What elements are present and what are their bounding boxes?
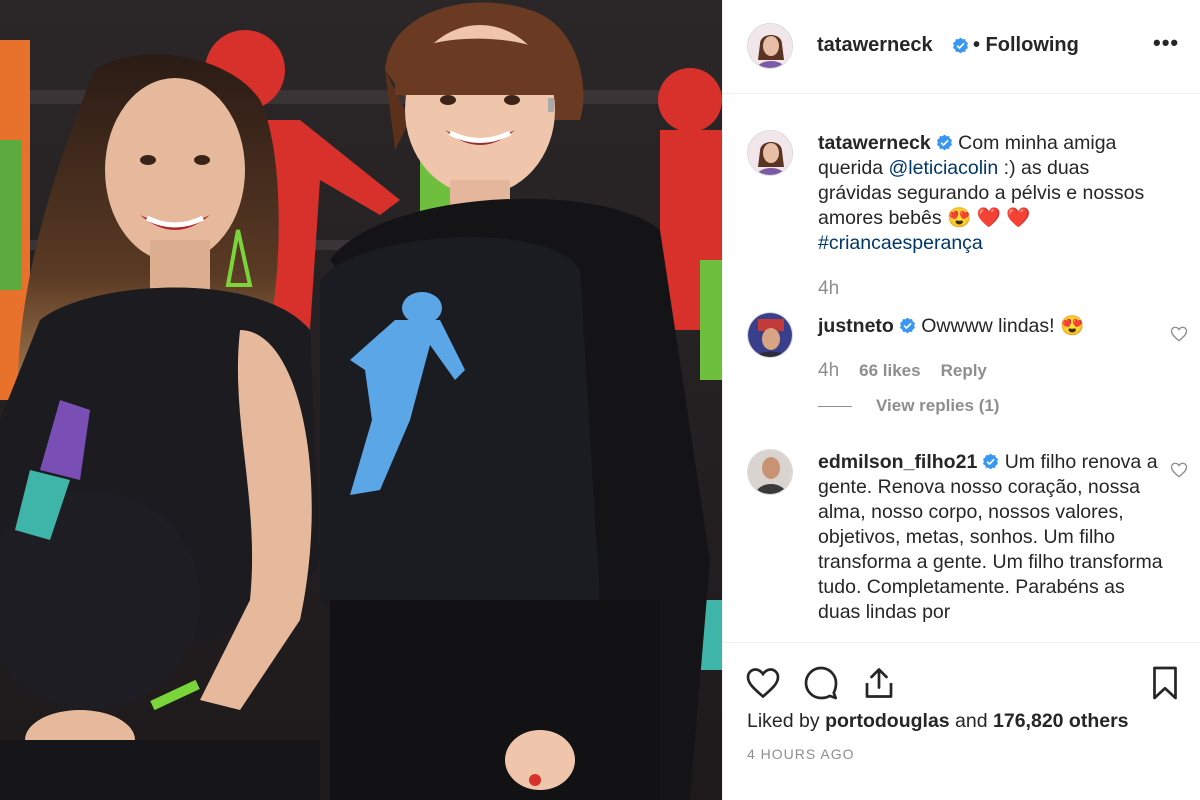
share-icon[interactable] [861,665,897,701]
follow-status[interactable]: • Following [973,34,1079,57]
replies-divider [818,406,852,408]
verified-badge-icon [983,453,999,470]
likes-summary: Liked by portodouglas and 176,820 others [747,710,1129,733]
caption-username[interactable]: tatawerneck [818,132,931,154]
view-replies-label: View replies (1) [876,396,1000,415]
verified-badge-icon [899,317,915,334]
comment-username[interactable]: justneto [818,315,894,337]
caption-avatar[interactable] [747,130,793,176]
view-replies-button[interactable]: View replies (1) [818,396,999,416]
small-heart-icon[interactable] [1170,325,1188,343]
author-username[interactable]: tatawerneck [817,34,933,57]
comment-username[interactable]: edmilson_filho21 [818,451,977,473]
caption-text: tatawerneck Com minha amiga querida @let… [818,131,1168,256]
post-image [0,0,722,800]
comment-icon[interactable] [803,665,839,701]
comment-text: edmilson_filho21 Um filho renova a gente… [818,450,1168,625]
liked-by-user[interactable]: portodouglas [825,710,950,732]
comment-avatar[interactable] [747,312,793,358]
comment-time[interactable]: 4h [818,360,839,381]
liked-by-prefix: Liked by [747,710,826,732]
hashtag-link[interactable]: #criancaesperança [818,232,983,254]
caption-time[interactable]: 4h [818,278,839,299]
comments-list[interactable]: tatawerneck Com minha amiga querida @let… [723,94,1200,642]
liked-by-count[interactable]: 176,820 others [993,710,1129,732]
post-timestamp[interactable]: 4 HOURS AGO [747,746,854,762]
heart-icon[interactable] [745,665,781,701]
liked-by-mid: and [949,710,994,732]
comment-meta: 4h 66 likes Reply [818,360,1007,382]
post-photo[interactable] [0,0,722,800]
author-avatar[interactable] [747,23,793,69]
caption-meta: 4h [818,278,859,300]
comment-avatar[interactable] [747,449,793,495]
bookmark-icon[interactable] [1147,665,1183,701]
verified-badge-icon [953,37,968,54]
comment-body: Owwww lindas! 😍 [921,315,1085,337]
comment-body: Um filho renova a gente. Renova nosso co… [818,451,1163,623]
comment-likes[interactable]: 66 likes [859,361,920,380]
reply-button[interactable]: Reply [941,361,987,380]
more-options-icon[interactable]: ••• [1153,30,1179,56]
verified-badge-icon [936,134,952,151]
post-header: tatawerneck • Following ••• [723,0,1200,94]
mention-link[interactable]: @leticiacolin [888,157,998,179]
comment-text: justneto Owwww lindas! 😍 [818,314,1168,339]
post-detail-panel: tatawerneck • Following ••• tatawerneck … [722,0,1200,800]
small-heart-icon[interactable] [1170,461,1188,479]
